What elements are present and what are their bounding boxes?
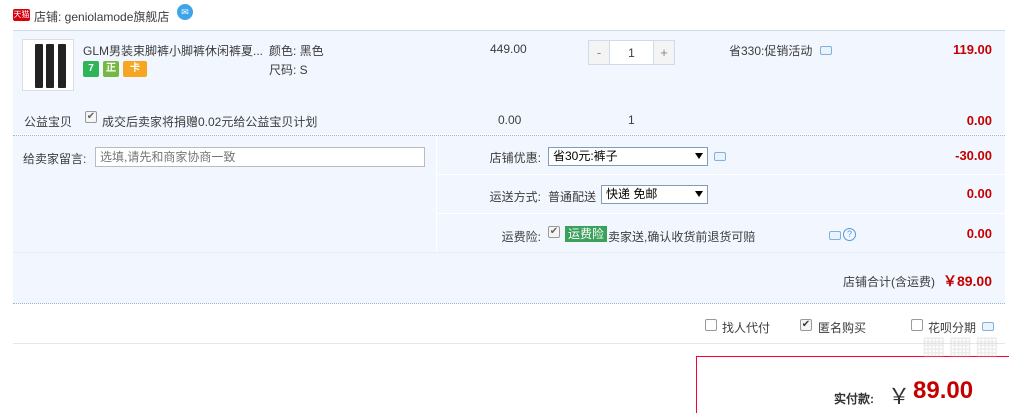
sku-color: 颜色: 黑色 <box>269 44 324 58</box>
charity-text: 成交后卖家将捐赠0.02元给公益宝贝计划 <box>102 115 318 129</box>
shipping-method: 普通配送 <box>548 190 597 204</box>
charity-checkbox[interactable]: ✔ <box>85 111 97 123</box>
discount-label: 店铺优惠: <box>489 151 541 165</box>
proxy-pay-label: 找人代付 <box>722 321 771 335</box>
chevron-down-icon <box>695 153 703 159</box>
quantity-stepper: - + <box>588 40 675 65</box>
discount-amount: -30.00 <box>955 148 992 163</box>
comment-icon[interactable] <box>714 152 726 161</box>
payment-summary: 实付款: ￥ 89.00 <box>696 356 1009 413</box>
charity-quantity: 1 <box>628 113 635 127</box>
divider <box>13 343 1005 344</box>
pants-shape <box>35 44 43 88</box>
anonymous-label: 匿名购买 <box>818 321 867 335</box>
order-options: 给卖家留言: 店铺优惠: 省30元:裤子 -30.00 运送方式: 普通配送 快… <box>13 135 1005 253</box>
discount-select[interactable]: 省30元:裤子 <box>548 147 708 166</box>
ww-chat-icon[interactable]: ✉ <box>177 4 193 20</box>
shipping-selected: 快递 免邮 <box>606 187 658 201</box>
watermark: ▦▦▦ <box>921 330 1001 360</box>
pay-amount: 89.00 <box>913 377 974 404</box>
pay-label: 实付款: <box>834 392 874 406</box>
shipping-label: 运送方式: <box>489 190 541 204</box>
store-total-row: 店铺合计(含运费) ￥89.00 <box>13 252 1005 304</box>
increase-button[interactable]: + <box>654 41 674 64</box>
pants-shape <box>46 44 54 88</box>
comment-icon[interactable] <box>829 231 841 240</box>
store-total-amount: ￥89.00 <box>942 273 992 289</box>
charity-row: 公益宝贝 ✔ 成交后卖家将捐赠0.02元给公益宝贝计划 0.00 1 0.00 <box>13 100 1005 134</box>
insurance-checkbox[interactable]: ✔ <box>548 226 560 238</box>
store-name[interactable]: 店铺: geniolamode旗舰店 <box>34 8 169 25</box>
store-total-label: 店铺合计(含运费) <box>843 275 935 289</box>
divider <box>437 174 1005 175</box>
order-item-row: GLM男装束脚裤小脚裤休闲裤夏... 7 正 卡 颜色: 黑色 尺码: S 44… <box>13 30 1005 100</box>
tmall-icon: 天猫 <box>13 9 30 21</box>
sku-size: 尺码: S <box>269 63 308 77</box>
shipping-amount: 0.00 <box>966 186 992 201</box>
anonymous-checkbox[interactable]: ✔ <box>800 319 812 331</box>
quantity-input[interactable] <box>609 41 654 64</box>
product-title[interactable]: GLM男装束脚裤小脚裤休闲裤夏... <box>83 42 263 59</box>
store-header: 天猫 店铺: geniolamode旗舰店 ✉ <box>0 0 1009 30</box>
insurance-amount: 0.00 <box>966 226 992 241</box>
unit-price: 449.00 <box>490 42 527 56</box>
remark-label: 给卖家留言: <box>23 152 87 166</box>
insurance-label: 运费险: <box>501 230 541 244</box>
credit-card-icon[interactable]: 卡 <box>123 61 147 77</box>
pay-currency: ￥ <box>888 384 911 409</box>
proxy-pay-checkbox[interactable] <box>705 319 717 331</box>
charity-subtotal: 0.00 <box>966 113 992 128</box>
item-subtotal: 119.00 <box>952 42 992 57</box>
seven-day-return-icon[interactable]: 7 <box>83 61 99 77</box>
help-icon[interactable]: ? <box>843 228 856 241</box>
comment-icon[interactable] <box>820 46 832 55</box>
promo-text: 省330:促销活动 <box>729 44 813 58</box>
discount-selected: 省30元:裤子 <box>553 149 618 163</box>
insurance-badge: 运费险 <box>565 226 608 242</box>
product-thumbnail[interactable] <box>22 39 74 91</box>
pants-shape <box>58 44 66 88</box>
chevron-down-icon <box>695 191 703 197</box>
divider <box>437 213 1005 214</box>
decrease-button[interactable]: - <box>589 41 609 64</box>
charity-price: 0.00 <box>498 113 522 127</box>
shipping-select[interactable]: 快递 免邮 <box>601 185 708 204</box>
insurance-text: 卖家送,确认收货前退货可赔 <box>608 230 756 244</box>
remark-input[interactable] <box>95 147 425 167</box>
charity-label: 公益宝贝 <box>24 115 73 129</box>
genuine-guarantee-icon[interactable]: 正 <box>103 61 119 77</box>
